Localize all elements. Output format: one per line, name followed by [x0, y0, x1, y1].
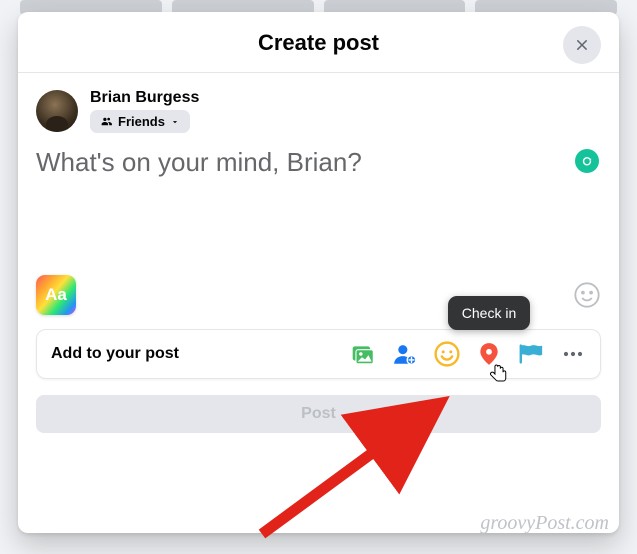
author-name: Brian Burgess	[90, 89, 199, 107]
close-button[interactable]	[563, 26, 601, 64]
modal-header: Create post	[18, 12, 619, 73]
flag-icon	[518, 342, 544, 366]
add-to-post-bar: Add to your post	[36, 329, 601, 379]
create-post-modal: Create post Brian Burgess Friends What's…	[18, 12, 619, 533]
life-event-button[interactable]	[518, 341, 544, 367]
add-to-post-label: Add to your post	[51, 345, 179, 363]
grammarly-button[interactable]	[575, 149, 599, 173]
audience-selector[interactable]: Friends	[90, 110, 190, 133]
author-row: Brian Burgess Friends	[36, 89, 601, 133]
photo-video-button[interactable]	[350, 341, 376, 367]
emoji-picker-button[interactable]	[573, 281, 601, 309]
check-in-button[interactable]: Check in	[476, 341, 502, 367]
composer[interactable]: What's on your mind, Brian?	[36, 147, 601, 275]
caret-down-icon	[170, 117, 180, 127]
friends-icon	[100, 115, 113, 128]
feeling-icon	[434, 341, 460, 367]
watermark: groovyPost.com	[480, 512, 609, 535]
background-selector[interactable]: Aa	[36, 275, 76, 315]
check-in-tooltip: Check in	[448, 296, 530, 330]
modal-body: Brian Burgess Friends What's on your min…	[18, 73, 619, 533]
audience-label: Friends	[118, 114, 165, 129]
tag-people-icon	[392, 341, 418, 367]
close-icon	[573, 36, 591, 54]
smile-icon	[573, 281, 601, 309]
post-button[interactable]: Post	[36, 395, 601, 433]
photo-icon	[350, 341, 376, 367]
more-icon	[561, 342, 585, 366]
location-pin-icon	[476, 341, 502, 367]
feeling-activity-button[interactable]	[434, 341, 460, 367]
tag-people-button[interactable]	[392, 341, 418, 367]
add-to-post-icons: Check in	[350, 341, 586, 367]
composer-placeholder: What's on your mind, Brian?	[36, 147, 601, 178]
more-options-button[interactable]	[560, 341, 586, 367]
grammarly-icon	[580, 154, 594, 168]
modal-title: Create post	[18, 30, 619, 56]
avatar[interactable]	[36, 90, 78, 132]
